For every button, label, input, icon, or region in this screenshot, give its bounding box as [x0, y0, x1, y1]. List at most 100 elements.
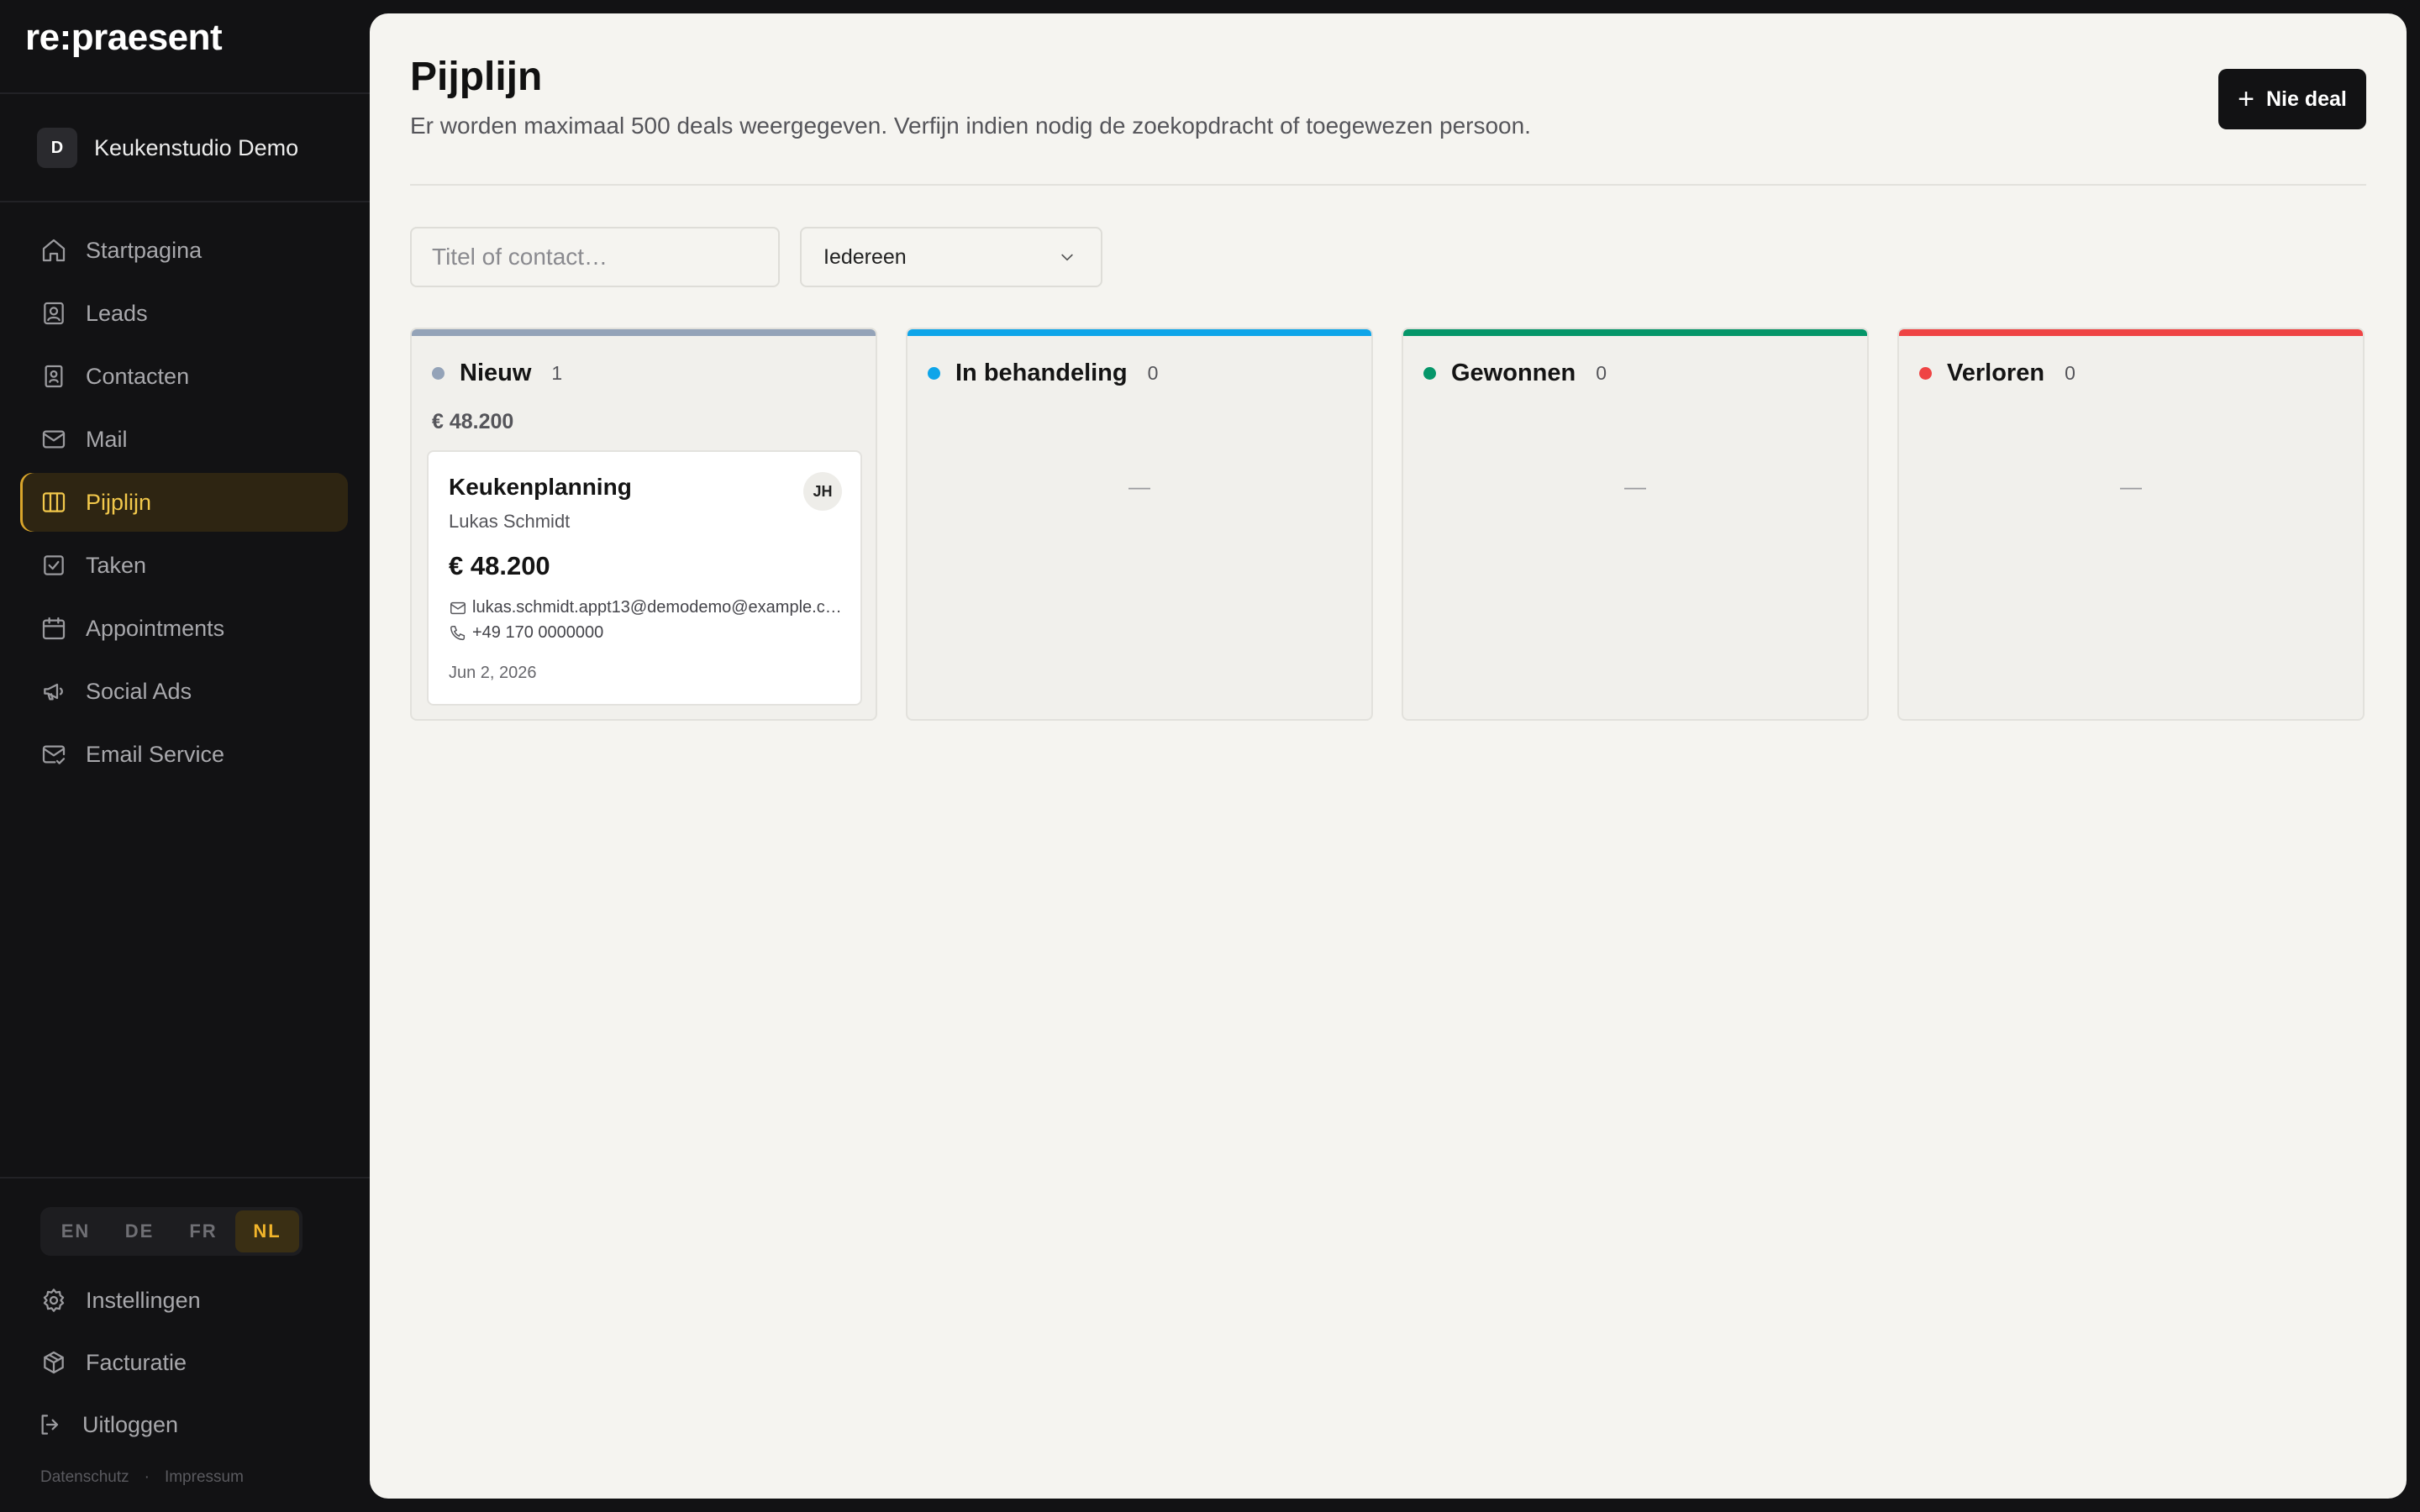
empty-placeholder: —	[1128, 474, 1150, 499]
empty-placeholder: —	[2120, 474, 2142, 499]
megaphone-icon	[44, 683, 63, 701]
sidebar-item-email-service[interactable]: Email Service	[20, 725, 348, 784]
checkbox-icon	[44, 555, 64, 575]
column-color-bar	[908, 329, 1371, 336]
page-title: Pijplijn	[410, 55, 543, 99]
page-subtitle: Er worden maximaal 500 deals weergegeven…	[410, 113, 1531, 139]
status-dot	[432, 367, 445, 380]
mail-check-icon	[42, 745, 66, 764]
sidebar-item-label: Instellingen	[86, 1287, 201, 1313]
sidebar-item-pijplijn[interactable]: Pijplijn	[20, 473, 348, 532]
sidebar-item-facturatie[interactable]: Facturatie	[20, 1333, 348, 1392]
brand-logo[interactable]: re:praesent	[25, 17, 223, 59]
sidebar-item-label: Social Ads	[86, 678, 192, 704]
sidebar-item-label: Startpagina	[86, 237, 203, 263]
column-count: 0	[1596, 362, 1607, 384]
new-deal-button[interactable]: + Nie deal	[2218, 69, 2366, 129]
language-switcher: EN DE FR NL	[40, 1207, 302, 1256]
sidebar-item-label: Taken	[86, 552, 147, 578]
assignee-avatar: JH	[803, 472, 842, 511]
logout-button[interactable]: Uitloggen	[20, 1395, 348, 1454]
sidebar-divider	[0, 201, 370, 202]
deal-email-row: lukas.schmidt.appt13@demodemo@example.co…	[449, 598, 844, 617]
deal-card[interactable]: Keukenplanning Lukas Schmidt JH € 48.200…	[427, 450, 862, 706]
sidebar-item-label: Facturatie	[86, 1349, 187, 1375]
main-nav: Startpagina Leads Contacten Mail Pijplij…	[20, 221, 348, 788]
deal-amount: € 48.200	[449, 551, 550, 580]
footer-links: Datenschutz · Impressum	[40, 1468, 244, 1487]
logout-icon	[41, 1415, 59, 1435]
package-icon	[44, 1351, 64, 1374]
deal-title: Keukenplanning	[449, 474, 632, 500]
status-dot	[1919, 367, 1932, 380]
chevron-down-icon	[1061, 254, 1073, 261]
column-header: Nieuw 1	[432, 360, 562, 387]
calendar-icon	[42, 617, 66, 640]
sidebar-divider	[0, 92, 370, 94]
workspace-switcher[interactable]: D Keukenstudio Demo	[37, 128, 298, 168]
deal-contact: Lukas Schmidt	[449, 511, 571, 532]
column-header: In behandeling 0	[928, 360, 1158, 387]
sidebar-item-appointments[interactable]: Appointments	[20, 599, 348, 658]
sidebar-item-taken[interactable]: Taken	[20, 536, 348, 595]
sidebar-item-instellingen[interactable]: Instellingen	[20, 1271, 348, 1330]
column-title: Verloren	[1947, 360, 2045, 386]
language-option-en[interactable]: EN	[44, 1210, 108, 1252]
column-title: Gewonnen	[1451, 360, 1576, 386]
empty-placeholder: —	[1624, 474, 1646, 499]
column-count: 0	[1147, 362, 1159, 384]
assignee-select[interactable]: Iedereen	[800, 227, 1102, 287]
mail-icon	[42, 430, 66, 449]
column-color-bar	[1899, 329, 2363, 336]
sidebar-item-mail[interactable]: Mail	[20, 410, 348, 469]
home-icon	[42, 239, 66, 262]
footer-separator: ·	[144, 1468, 150, 1486]
assignee-select-value: Iedereen	[823, 244, 907, 269]
sidebar-divider	[0, 1177, 370, 1179]
column-total: € 48.200	[432, 410, 514, 433]
phone-icon	[450, 625, 466, 640]
bottom-nav: Instellingen Facturatie Uitloggen	[20, 1271, 348, 1458]
deal-date: Jun 2, 2026	[449, 664, 537, 682]
deal-phone[interactable]: +49 170 0000000	[472, 623, 603, 643]
sidebar-item-label: Mail	[86, 426, 128, 452]
pipeline-column-in-behandeling: In behandeling 0 —	[906, 328, 1373, 721]
column-header: Gewonnen 0	[1423, 360, 1607, 387]
pipeline-column-nieuw: Nieuw 1 € 48.200 Keukenplanning Lukas Sc…	[410, 328, 877, 721]
column-count: 1	[551, 362, 563, 384]
search-input[interactable]	[410, 227, 780, 287]
sidebar-item-label: Pijplijn	[86, 489, 152, 515]
column-color-bar	[1403, 329, 1867, 336]
sidebar-item-label: Leads	[86, 300, 148, 326]
column-header: Verloren 0	[1919, 360, 2075, 387]
sidebar-item-contacten[interactable]: Contacten	[20, 347, 348, 406]
sidebar-item-label: Appointments	[86, 615, 225, 641]
sidebar-item-label: Email Service	[86, 741, 225, 767]
deal-phone-row: +49 170 0000000	[449, 623, 844, 643]
workspace-name: Keukenstudio Demo	[94, 134, 299, 160]
sidebar: re:praesent D Keukenstudio Demo Startpag…	[0, 0, 370, 1512]
plus-icon: +	[2238, 83, 2254, 115]
language-option-de[interactable]: DE	[108, 1210, 171, 1252]
address-book-icon	[45, 365, 63, 388]
column-title: Nieuw	[460, 360, 532, 386]
logout-label: Uitloggen	[82, 1411, 179, 1437]
workspace-avatar: D	[37, 128, 77, 168]
sidebar-item-social-ads[interactable]: Social Ads	[20, 662, 348, 721]
sidebar-item-label: Contacten	[86, 363, 190, 389]
language-option-fr[interactable]: FR	[171, 1210, 235, 1252]
imprint-link[interactable]: Impressum	[165, 1468, 244, 1486]
new-deal-label: Nie deal	[2265, 87, 2347, 111]
sidebar-item-startpagina[interactable]: Startpagina	[20, 221, 348, 280]
privacy-link[interactable]: Datenschutz	[40, 1468, 129, 1486]
deal-email[interactable]: lukas.schmidt.appt13@demodemo@example.co…	[472, 598, 844, 617]
pipeline-column-gewonnen: Gewonnen 0 —	[1402, 328, 1869, 721]
mail-icon	[450, 601, 466, 614]
header-divider	[410, 184, 2366, 186]
pipeline-column-verloren: Verloren 0 —	[1897, 328, 2365, 721]
column-title: In behandeling	[955, 360, 1128, 386]
status-dot	[928, 367, 940, 380]
gear-icon	[43, 1289, 65, 1312]
language-option-nl[interactable]: NL	[235, 1210, 299, 1252]
sidebar-item-leads[interactable]: Leads	[20, 284, 348, 343]
